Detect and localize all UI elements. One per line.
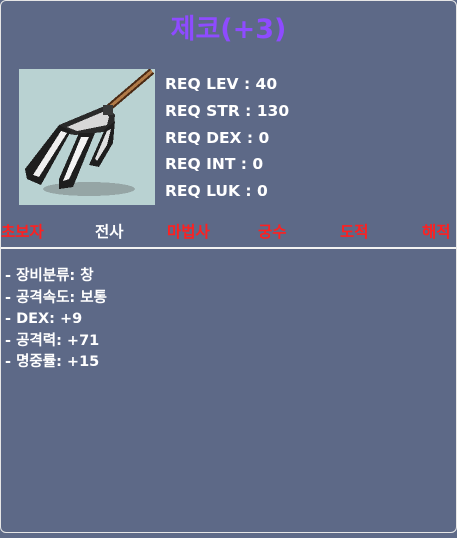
job-list: 초보자 전사 마법사 궁수 도적 해적: [1, 220, 456, 242]
divider: [1, 247, 456, 249]
stat-dex: - DEX: +9: [5, 311, 83, 328]
req-str: REQ STR : 130: [165, 101, 290, 120]
job-warrior: 전사: [95, 223, 124, 241]
requirements-list: REQ LEV : 40 REQ STR : 130 REQ DEX : 0 R…: [165, 71, 289, 205]
job-thief: 도적: [340, 223, 369, 241]
job-magician: 마법사: [167, 223, 210, 241]
job-pirate: 해적: [422, 223, 451, 241]
job-beginner: 초보자: [1, 223, 44, 241]
req-dex: REQ DEX : 0: [165, 128, 270, 147]
stat-attack-speed: - 공격속도: 보통: [5, 289, 107, 306]
item-tooltip: 제코(+3) REQ LEV : 40 REQ STR : 130 REQ DE…: [0, 0, 457, 533]
item-name: 제코(+3): [170, 14, 287, 45]
req-luk: REQ LUK : 0: [165, 182, 268, 201]
stat-attack: - 공격력: +71: [5, 332, 100, 349]
stat-accuracy: - 명중률: +15: [5, 354, 100, 371]
stats-list: - 장비분류: 창 - 공격속도: 보통 - DEX: +9 - 공격력: +7…: [5, 266, 107, 374]
req-int: REQ INT : 0: [165, 155, 264, 174]
stat-equip-type: - 장비분류: 창: [5, 268, 94, 284]
req-level: REQ LEV : 40: [165, 75, 278, 93]
item-icon-frame: [19, 69, 155, 205]
job-bowman: 궁수: [258, 223, 287, 241]
trident-spear-icon: [25, 69, 155, 196]
